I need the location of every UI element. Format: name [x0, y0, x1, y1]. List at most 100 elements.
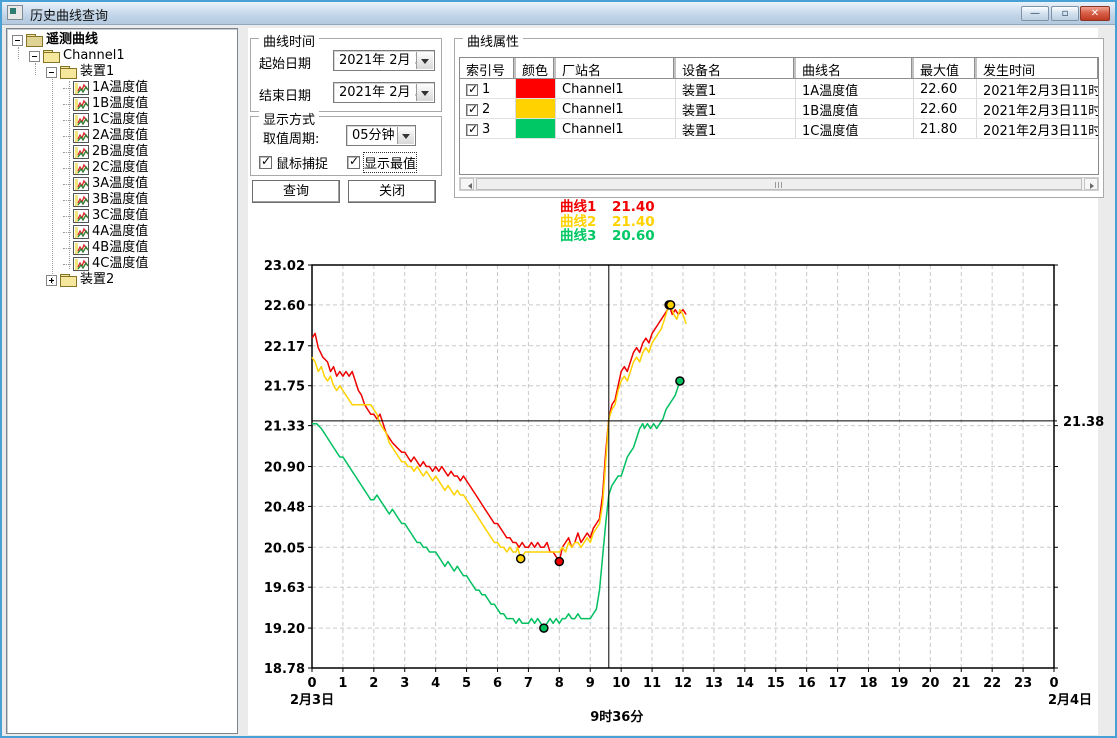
show-extremes-checkbox[interactable]: 显示最值	[347, 153, 416, 172]
show-extremes-checkbox-box[interactable]	[347, 156, 360, 169]
x-axis-label: 1	[338, 676, 347, 691]
table-row[interactable]: 2Channel1装置11B温度值22.602021年2月3日11时40	[460, 99, 1098, 119]
mouse-capture-checkbox-box[interactable]	[259, 156, 272, 169]
tree-guide-line	[18, 47, 19, 59]
scroll-right-icon[interactable]	[1084, 178, 1098, 190]
tree-item[interactable]: 2A温度值	[7, 128, 237, 144]
tree-item[interactable]: 1C温度值	[7, 112, 237, 128]
scrollbar-track[interactable]	[474, 178, 1084, 190]
tree-item-label: 装置2	[80, 272, 114, 288]
tree-item[interactable]: 3B温度值	[7, 192, 237, 208]
tree-item[interactable]: 1A温度值	[7, 80, 237, 96]
tree-item[interactable]: 2B温度值	[7, 144, 237, 160]
table-header-cell[interactable]: 曲线名	[796, 58, 914, 78]
start-date-dropdown-icon[interactable]	[416, 52, 433, 69]
row-checkbox[interactable]	[466, 124, 478, 136]
minimize-button[interactable]: —	[1021, 6, 1049, 21]
table-cell: 装置1	[676, 99, 796, 118]
table-cell: 3	[460, 119, 516, 138]
mouse-capture-checkbox[interactable]: 鼠标捕捉	[259, 153, 328, 172]
table-cell: 22.60	[914, 79, 977, 98]
tree-item[interactable]: 装置1	[7, 64, 237, 80]
window-title: 历史曲线查询	[30, 5, 108, 24]
x-axis-label: 0	[1049, 676, 1058, 691]
history-curve-chart[interactable]: 23.0222.6022.1721.7521.3320.9020.4820.05…	[248, 194, 1114, 738]
tree-item[interactable]: 4B温度值	[7, 240, 237, 256]
curve-icon	[73, 209, 89, 223]
table-cell	[516, 79, 556, 98]
period-select[interactable]: 05分钟	[346, 125, 416, 146]
x-axis-label: 15	[767, 676, 785, 691]
period-dropdown-icon[interactable]	[397, 127, 414, 144]
tree-item-label: 4C温度值	[92, 256, 148, 272]
folder-icon	[26, 34, 43, 47]
y-axis-label: 20.90	[264, 461, 305, 476]
table-row[interactable]: 1Channel1装置11A温度值22.602021年2月3日11时35	[460, 79, 1098, 99]
table-cell: 装置1	[676, 119, 796, 138]
end-date-value: 2021年 2月 3	[339, 85, 423, 100]
tree-item[interactable]: 1B温度值	[7, 96, 237, 112]
tree-item[interactable]: 3A温度值	[7, 176, 237, 192]
tree-item[interactable]: 4A温度值	[7, 224, 237, 240]
collapse-icon[interactable]	[29, 51, 40, 62]
x-axis-label: 12	[674, 676, 692, 691]
row-checkbox[interactable]	[466, 104, 478, 116]
max-marker-1B温度值	[667, 301, 675, 309]
tree-item[interactable]: 3C温度值	[7, 208, 237, 224]
y-axis-label: 18.78	[264, 662, 305, 677]
table-cell: 21.80	[914, 119, 977, 138]
collapse-icon[interactable]	[12, 35, 23, 46]
table-header-cell[interactable]: 发生时间	[977, 58, 1098, 78]
curve-icon	[73, 97, 89, 111]
end-date-picker[interactable]: 2021年 2月 3	[333, 82, 435, 103]
end-date-label: 结束日期	[259, 85, 311, 104]
table-header-cell[interactable]: 索引号	[460, 58, 516, 78]
collapse-icon[interactable]	[46, 67, 57, 78]
table-hscrollbar[interactable]	[459, 177, 1099, 191]
curve-icon	[73, 177, 89, 191]
tree-item[interactable]: 装置2	[7, 272, 237, 288]
scrollbar-thumb[interactable]	[476, 178, 1082, 190]
tree-item[interactable]: Channel1	[7, 48, 237, 64]
curve-icon	[73, 161, 89, 175]
x-axis-label: 2	[369, 676, 378, 691]
x-axis-label: 20	[921, 676, 939, 691]
table-cell: 1A温度值	[796, 79, 914, 98]
curve-props-group: 曲线属性 索引号颜色厂站名设备名曲线名最大值发生时间1Channel1装置11A…	[454, 38, 1104, 198]
app-icon	[7, 5, 23, 20]
restore-button[interactable]: ▫	[1051, 6, 1079, 21]
x-axis-label: 8	[555, 676, 564, 691]
table-header-cell[interactable]: 厂站名	[556, 58, 676, 78]
series-1B温度值	[312, 305, 686, 559]
table-header-cell[interactable]: 最大值	[914, 58, 977, 78]
curve-icon	[73, 81, 89, 95]
mouse-capture-label: 鼠标捕捉	[276, 153, 328, 172]
curve-props-group-title: 曲线属性	[463, 31, 523, 50]
table-cell: Channel1	[556, 99, 676, 118]
end-date-dropdown-icon[interactable]	[416, 84, 433, 101]
title-bar[interactable]: 历史曲线查询 — ▫ ✕	[2, 2, 1115, 25]
tree-item[interactable]: 2C温度值	[7, 160, 237, 176]
table-cell: 22.60	[914, 99, 977, 118]
curve-tree: 遥测曲线Channel1装置11A温度值1B温度值1C温度值2A温度值2B温度值…	[6, 28, 238, 734]
tree-item-label: 3B温度值	[92, 192, 148, 208]
table-header-cell[interactable]: 颜色	[516, 58, 556, 78]
tree-item-label: 1A温度值	[92, 80, 148, 96]
start-date-picker[interactable]: 2021年 2月 3	[333, 50, 435, 71]
min-marker-1A温度值	[555, 558, 563, 566]
folder-icon	[60, 66, 77, 79]
table-row[interactable]: 3Channel1装置11C温度值21.802021年2月3日11时55	[460, 119, 1098, 139]
period-label: 取值周期:	[263, 128, 319, 147]
tree-item[interactable]: 4C温度值	[7, 256, 237, 272]
close-icon[interactable]: ✕	[1080, 6, 1110, 21]
row-checkbox[interactable]	[466, 84, 478, 96]
table-header-cell[interactable]: 设备名	[676, 58, 796, 78]
scroll-left-icon[interactable]	[460, 178, 474, 190]
crosshair-time-label: 9时36分	[590, 709, 643, 725]
folder-icon	[60, 274, 77, 287]
x-axis-label: 11	[643, 676, 661, 691]
tree-item[interactable]: 遥测曲线	[7, 32, 237, 48]
tree-item-label: 3A温度值	[92, 176, 148, 192]
curve-time-group: 曲线时间 起始日期 2021年 2月 3 结束日期 2021年 2月 3	[250, 38, 442, 112]
curve-icon	[73, 113, 89, 127]
